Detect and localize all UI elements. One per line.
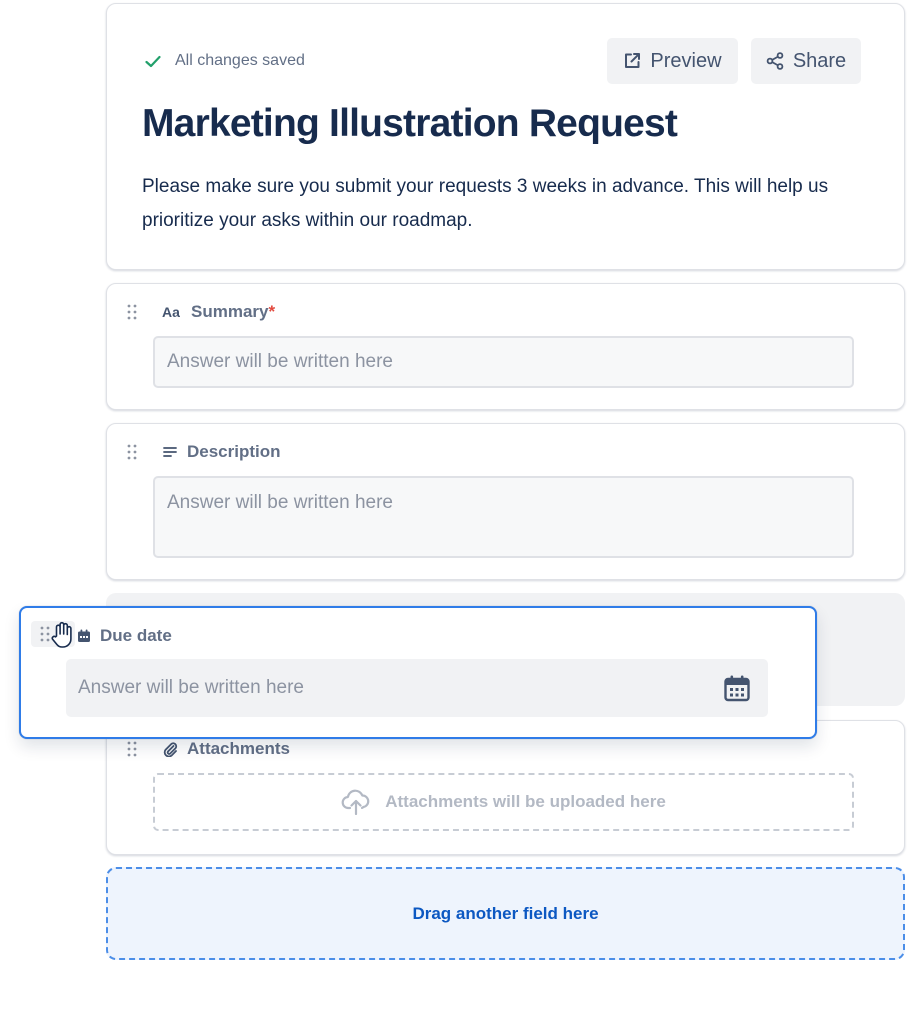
attachments-label: Attachments (187, 739, 290, 758)
due-date-placeholder-text: Answer will be written here (78, 677, 304, 698)
calendar-small-icon (78, 629, 90, 642)
paperclip-icon (163, 742, 178, 757)
summary-answer-placeholder[interactable]: Answer will be written here (153, 336, 854, 388)
preview-label: Preview (650, 49, 722, 72)
check-icon (145, 55, 161, 67)
drag-handle-icon[interactable] (40, 626, 50, 642)
attachments-field-card[interactable]: Attachments Attachments will be uploaded… (106, 720, 905, 855)
cloud-upload-icon (341, 789, 370, 815)
drop-zone-text: Drag another field here (412, 903, 599, 923)
description-label: Description (187, 442, 281, 461)
calendar-icon[interactable] (723, 674, 751, 702)
summary-field-card[interactable]: Aa Summary* Answer will be written here (106, 283, 905, 410)
drag-handle-icon[interactable] (127, 444, 137, 460)
svg-text:Aa: Aa (162, 305, 180, 319)
attachments-label-row: Attachments (162, 739, 290, 759)
drag-handle-icon[interactable] (127, 741, 137, 757)
save-status-text: All changes saved (175, 52, 305, 69)
save-status: All changes saved (145, 52, 305, 70)
due-date-label-row: Due date (77, 626, 172, 646)
due-date-answer-placeholder[interactable]: Answer will be written here (66, 659, 768, 717)
description-label-row: Description (162, 442, 281, 462)
share-label: Share (792, 49, 847, 72)
form-header-card: All changes saved Preview Share Marketin… (106, 3, 905, 270)
required-mark: * (268, 302, 276, 321)
text-type-icon: Aa (162, 305, 180, 319)
due-date-field-card-dragging[interactable]: Due date Answer will be written here (19, 606, 817, 739)
description-field-card[interactable]: Description Answer will be written here (106, 423, 905, 580)
external-link-icon (625, 53, 641, 68)
drag-handle-icon[interactable] (127, 304, 137, 320)
paragraph-icon (163, 447, 177, 457)
share-button[interactable]: Share (751, 38, 861, 84)
due-date-label: Due date (100, 626, 172, 645)
attachments-upload-text: Attachments will be uploaded here (385, 792, 666, 811)
form-title[interactable]: Marketing Illustration Request (142, 102, 678, 146)
grab-cursor-icon (51, 621, 72, 648)
description-answer-placeholder[interactable]: Answer will be written here (153, 476, 854, 558)
summary-label: Summary (191, 302, 269, 321)
form-description[interactable]: Please make sure you submit your request… (142, 170, 877, 238)
summary-label-row: Aa Summary* (162, 302, 275, 322)
drag-field-drop-zone[interactable]: Drag another field here (106, 867, 905, 960)
attachments-upload-area[interactable]: Attachments will be uploaded here (153, 773, 854, 831)
share-icon (766, 52, 784, 70)
preview-button[interactable]: Preview (607, 38, 738, 84)
